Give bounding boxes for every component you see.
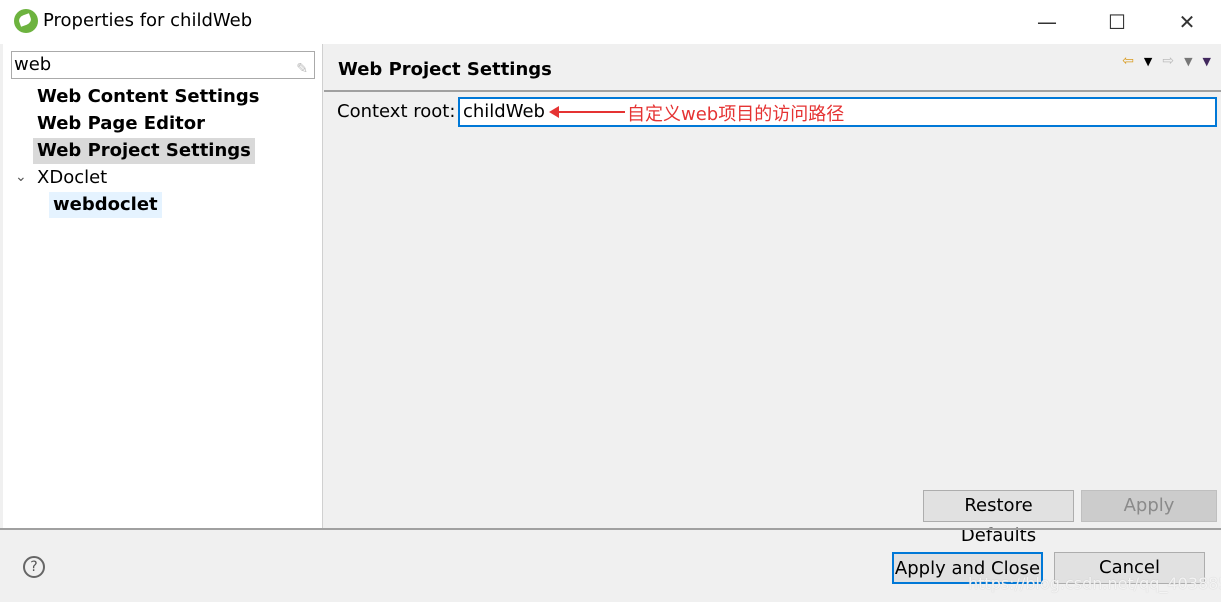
minimize-button[interactable]: — (1032, 8, 1062, 36)
page-nav: ⇦ ▼ ⇨ ▼ ▼ (1122, 53, 1211, 69)
settings-page: Web Project Settings ⇦ ▼ ⇨ ▼ ▼ Context r… (324, 44, 1221, 546)
tree-item-web-page-editor[interactable]: Web Page Editor (33, 111, 209, 137)
tree-item-web-project-settings[interactable]: Web Project Settings (33, 138, 255, 164)
annotation-arrow-icon (549, 106, 625, 118)
sidebar: web ✎ Web Content Settings Web Page Edit… (3, 44, 323, 528)
help-icon[interactable]: ? (23, 556, 45, 578)
divider (324, 90, 1221, 92)
close-button[interactable]: ✕ (1172, 8, 1202, 36)
clear-filter-icon[interactable]: ✎ (296, 56, 308, 82)
filter-input[interactable]: web ✎ (11, 51, 315, 79)
window-title: Properties for childWeb (43, 10, 253, 31)
forward-menu-icon[interactable]: ▼ (1184, 55, 1192, 68)
watermark: https://blog.csdn.net/qq_40388552 (968, 574, 1221, 593)
filter-value: web (14, 54, 52, 75)
annotation-text: 自定义web项目的访问路径 (627, 104, 845, 125)
context-root-label: Context root: (337, 101, 456, 122)
back-arrow-icon[interactable]: ⇦ (1122, 53, 1134, 69)
maximize-button[interactable]: ☐ (1102, 8, 1132, 36)
title-bar: Properties for childWeb — ☐ ✕ (0, 0, 1221, 44)
tree-item-xdoclet[interactable]: XDoclet (33, 165, 111, 191)
expand-chevron-icon[interactable]: ⌄ (15, 169, 27, 185)
restore-defaults-button[interactable]: Restore Defaults (923, 490, 1074, 546)
view-menu-icon[interactable]: ▼ (1203, 55, 1211, 68)
footer-divider (0, 528, 1221, 530)
spring-logo-icon (14, 9, 38, 33)
apply-button[interactable]: Apply (1081, 490, 1217, 522)
page-title: Web Project Settings (338, 59, 552, 80)
tree-item-web-content-settings[interactable]: Web Content Settings (33, 84, 263, 110)
tree-item-webdoclet[interactable]: webdoclet (49, 192, 162, 218)
back-menu-icon[interactable]: ▼ (1144, 55, 1152, 68)
forward-arrow-icon[interactable]: ⇨ (1162, 53, 1174, 69)
